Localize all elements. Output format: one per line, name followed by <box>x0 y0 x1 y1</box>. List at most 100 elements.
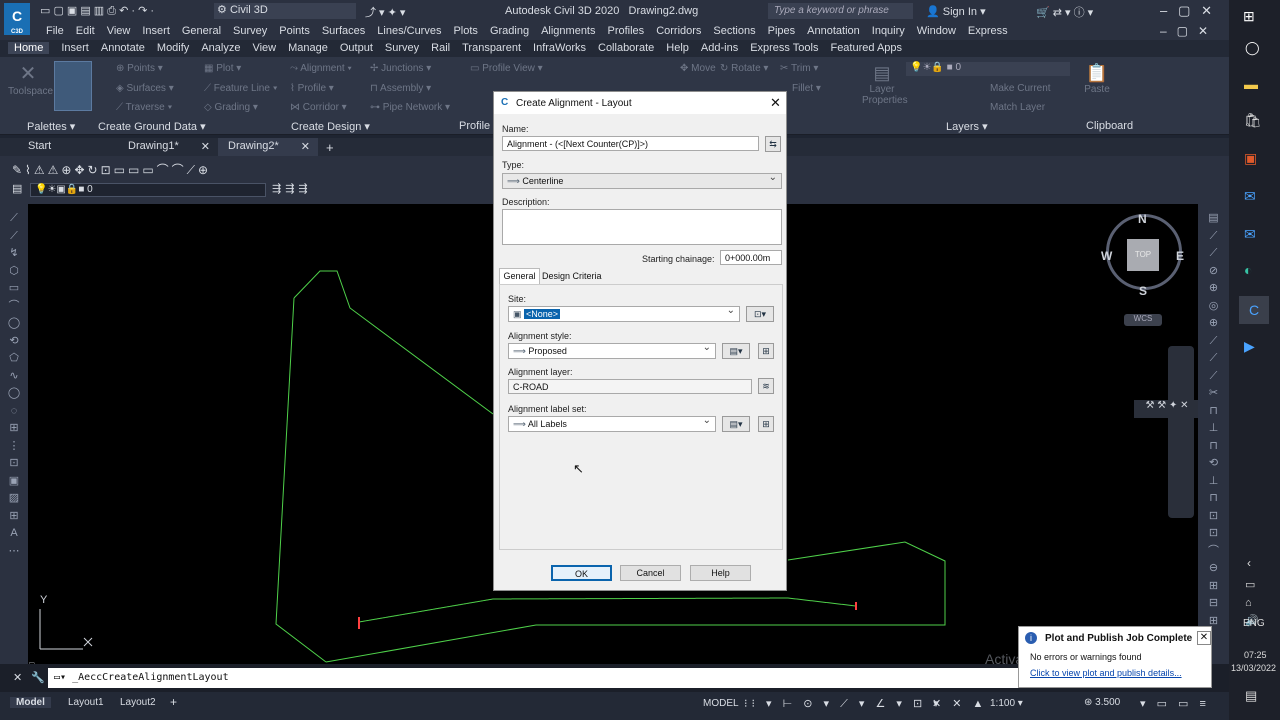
annotation-toggles[interactable]: ✕ ✕ ▲ <box>932 697 987 710</box>
ribbon-tab[interactable]: InfraWorks <box>533 42 586 54</box>
tab-design-criteria[interactable]: Design Criteria <box>542 271 602 281</box>
ribbon-tab[interactable]: Add-ins <box>701 42 738 54</box>
labelset-edit-button[interactable]: ▤▾ <box>722 416 750 432</box>
menu-item[interactable]: View <box>107 25 131 37</box>
menu-item[interactable]: Profiles <box>608 25 645 37</box>
menu-item[interactable]: File <box>46 25 64 37</box>
type-dropdown[interactable]: ⟹ Centerline <box>502 172 782 189</box>
cart-icon[interactable]: 🛒 ⇄ ▾ ⓘ ▾ <box>1036 4 1093 20</box>
menu-item[interactable]: Points <box>279 25 310 37</box>
ribbon-tab[interactable]: Annotate <box>101 42 145 54</box>
menu-item[interactable]: Surfaces <box>322 25 365 37</box>
left-toolbar[interactable]: ⟋ ⟋ ↯ ⬡ ▭ ⌒ ◯ ⟲ ⬠ ∿ ◯ ◌ ⊞ ⋮ ⊡ ▣ ▨ ⊞ A ⋯ <box>0 204 28 664</box>
panel-create-ground-data[interactable]: Create Ground Data ▾ <box>98 120 206 133</box>
ribbon-tab[interactable]: Express Tools <box>750 42 818 54</box>
dialog-close-button[interactable]: ✕ <box>770 95 781 111</box>
layer-dropdown[interactable]: 💡☀▣🔒■ 0 <box>30 183 266 197</box>
drafting-toggles[interactable]: ⁝⁝ ▾ ⊢ ⊙ ▾ ⟋ ▾ ∠ ▾ ⊡ ▾ <box>744 697 943 711</box>
menu-item[interactable]: General <box>182 25 221 37</box>
publish-notification[interactable]: i Plot and Publish Job Complete ✕ No err… <box>1018 626 1212 688</box>
menu-item[interactable]: Plots <box>453 25 477 37</box>
move-button[interactable]: ✥ Move <box>680 63 716 74</box>
labelset-preview-button[interactable]: ⊞ <box>758 416 774 432</box>
toolspace-button[interactable]: ✕ Toolspace <box>8 61 53 97</box>
help-button[interactable]: Help <box>690 565 751 581</box>
share-icon[interactable]: ⤴ ▾ ✦ ▾ <box>365 4 405 20</box>
plot-button[interactable]: ▦ Plot ▾ <box>204 63 241 74</box>
fillet-button[interactable]: Fillet ▾ <box>792 83 821 94</box>
sign-in-button[interactable]: 👤 Sign In ▾ <box>926 5 986 18</box>
ribbon-tab[interactable]: Help <box>666 42 689 54</box>
notification-center-icon[interactable]: ▤ <box>1245 688 1257 704</box>
clock-date[interactable]: 13/03/2022 <box>1231 663 1276 673</box>
tab-layout1[interactable]: Layout1 <box>68 697 104 708</box>
tab-general[interactable]: General <box>499 268 540 285</box>
alignment-button[interactable]: ⤳ Alignment ▾ <box>290 63 352 74</box>
floating-toolbar[interactable]: ⚒ ⚒ ✦ ✕ <box>1134 400 1200 418</box>
label-set-dropdown[interactable]: ⟹ All Labels <box>508 415 716 432</box>
layer-properties-button[interactable]: ▤ Layer Properties <box>862 63 908 106</box>
quick-access-icons[interactable]: ▭ ▢ ▣ ▤ ▥ ⎙ ↶ · ↷ · <box>40 4 154 18</box>
new-tab-button[interactable]: + <box>326 140 334 155</box>
close-icon[interactable]: ✕ <box>201 140 210 153</box>
style-edit-button[interactable]: ▤▾ <box>722 343 750 359</box>
close-icon[interactable]: ✕ <box>1197 631 1211 645</box>
store-icon[interactable]: 🛍 <box>1244 112 1262 129</box>
alignment-style-dropdown[interactable]: ⟹ Proposed <box>508 342 716 359</box>
palette-icons[interactable] <box>54 61 92 111</box>
make-current-button[interactable]: Make Current <box>990 83 1051 94</box>
assembly-button[interactable]: ⊓ Assembly ▾ <box>370 83 431 94</box>
notification-link[interactable]: Click to view plot and publish details..… <box>1030 668 1182 678</box>
status-tools[interactable]: ▾ ▭ ▭ ≡ <box>1140 697 1210 710</box>
add-layout-button[interactable]: + <box>170 695 177 709</box>
profile-button[interactable]: ⌇ Profile ▾ <box>290 83 334 94</box>
ribbon-tab[interactable]: Featured Apps <box>830 42 902 54</box>
ribbon-tab[interactable]: View <box>252 42 276 54</box>
navigation-bar[interactable] <box>1168 346 1194 518</box>
draw-tools-icons[interactable]: ⟋ ⟋ ↯ ⬡ ▭ ⌒ ◯ ⟲ ⬠ ∿ ◯ ◌ ⊞ ⋮ ⊡ ▣ ▨ ⊞ A ⋯ <box>0 204 28 560</box>
grading-button[interactable]: ◇ Grading ▾ <box>204 102 258 113</box>
menu-item[interactable]: Insert <box>142 25 170 37</box>
compass-east[interactable]: E <box>1176 249 1184 263</box>
tab-model[interactable]: Model <box>10 697 51 708</box>
search-input[interactable]: Type a keyword or phrase <box>768 3 913 19</box>
points-button[interactable]: ⊕ Points ▾ <box>116 63 163 74</box>
site-dropdown[interactable]: ▣ <None> <box>508 305 740 322</box>
language-indicator[interactable]: ENG <box>1243 618 1265 629</box>
trim-button[interactable]: ✂ Trim ▾ <box>780 63 818 74</box>
compass-south[interactable]: S <box>1139 284 1147 298</box>
ribbon-tab[interactable]: Survey <box>385 42 419 54</box>
menu-item[interactable]: Edit <box>76 25 95 37</box>
style-preview-button[interactable]: ⊞ <box>758 343 774 359</box>
layer-toolbar-icons[interactable]: ▤ <box>12 182 22 195</box>
site-new-button[interactable]: ⊡▾ <box>746 306 774 322</box>
mail-app-icon[interactable]: ✉ <box>1244 188 1256 205</box>
match-layer-button[interactable]: Match Layer <box>990 102 1045 113</box>
menu-item[interactable]: Corridors <box>656 25 701 37</box>
menu-item[interactable]: Survey <box>233 25 267 37</box>
name-template-button[interactable]: ⇆ <box>765 136 781 152</box>
lineweight-value[interactable]: ⊛ 3.500 <box>1084 697 1120 708</box>
close-icon[interactable]: ✕ <box>301 140 310 153</box>
menu-item[interactable]: Alignments <box>541 25 595 37</box>
alignment-layer-field[interactable]: C-ROAD <box>508 379 752 394</box>
doc-window-controls[interactable]: – ▢ ✕ <box>1160 24 1208 38</box>
tab-drawing1[interactable]: Drawing1* ✕ <box>118 138 218 156</box>
traverse-button[interactable]: ⟋ Traverse ▾ <box>116 102 172 113</box>
ribbon-tab[interactable]: Modify <box>157 42 189 54</box>
menu-item[interactable]: Sections <box>713 25 755 37</box>
app-logo[interactable]: C C3D <box>4 3 30 35</box>
menu-item[interactable]: Lines/Curves <box>377 25 441 37</box>
annotation-scale[interactable]: 1:100 ▾ <box>990 698 1023 709</box>
panel-create-design[interactable]: Create Design ▾ <box>291 120 370 133</box>
civil3d-taskbar-icon[interactable]: C <box>1239 296 1269 324</box>
office-icon[interactable]: ▣ <box>1244 150 1257 167</box>
search-icon[interactable]: ◯ <box>1245 40 1260 56</box>
name-field[interactable]: Alignment - (<[Next Counter(CP)]>) <box>502 136 759 151</box>
feature-line-button[interactable]: ⟋ Feature Line ▾ <box>204 83 278 94</box>
tab-drawing2[interactable]: Drawing2* ✕ <box>218 138 318 156</box>
compass-west[interactable]: W <box>1101 249 1112 263</box>
description-field[interactable] <box>502 209 782 245</box>
zoom-icon[interactable]: ▶ <box>1244 338 1255 355</box>
menu-item[interactable]: Express <box>968 25 1008 37</box>
